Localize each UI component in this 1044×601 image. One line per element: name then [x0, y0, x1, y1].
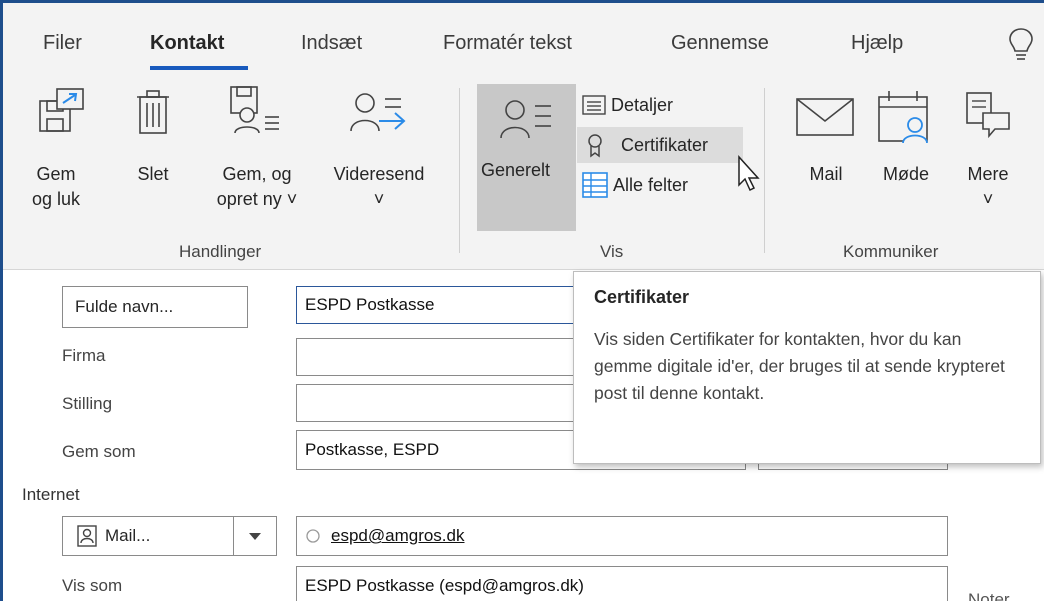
- alle-felter-label: Alle felter: [613, 174, 689, 195]
- tab-hjaelp[interactable]: Hjælp: [851, 32, 903, 55]
- mail-button[interactable]: Mail: [789, 85, 863, 195]
- gem-og-opret-label-2: opret ny ˅: [216, 189, 298, 209]
- videresend-button[interactable]: Videresend ˅: [315, 85, 443, 225]
- tooltip-title: Certifikater: [594, 287, 690, 307]
- tab-formater-tekst[interactable]: Formatér tekst: [443, 32, 572, 55]
- fulde-navn-button[interactable]: Fulde navn...: [62, 286, 248, 328]
- mode-button[interactable]: Møde: [869, 85, 943, 195]
- active-tab-indicator: [150, 66, 248, 70]
- presence-status-icon: [306, 529, 320, 543]
- group-label-kommuniker: Kommuniker: [843, 242, 939, 261]
- forward-contact-icon: [350, 93, 406, 132]
- group-label-vis: Vis: [600, 242, 624, 261]
- videresend-label: Videresend: [333, 164, 425, 184]
- detaljer-label: Detaljer: [611, 94, 674, 115]
- details-icon: [582, 95, 606, 115]
- mail-field-button[interactable]: Mail...: [62, 516, 234, 556]
- more-communication-icon: [966, 92, 1010, 139]
- group-label-handlinger: Handlinger: [179, 242, 262, 261]
- detaljer-button[interactable]: Detaljer: [577, 87, 707, 123]
- stilling-label: Stilling: [62, 394, 113, 413]
- meeting-icon: [878, 91, 928, 144]
- tab-kontakt[interactable]: Kontakt: [150, 32, 224, 55]
- tab-filer[interactable]: Filer: [43, 32, 82, 55]
- group-separator: [764, 88, 765, 253]
- mere-button[interactable]: Mere ˅: [955, 85, 1021, 225]
- noter-label: Noter: [968, 590, 1010, 601]
- slet-button[interactable]: Slet: [121, 85, 185, 225]
- certifikater-button[interactable]: Certifikater: [577, 127, 743, 163]
- fulde-navn-value: ESPD Postkasse: [305, 295, 435, 314]
- slet-label: Slet: [137, 164, 169, 184]
- contact-general-icon: [500, 100, 551, 139]
- mail-icon: [796, 98, 854, 136]
- email-field[interactable]: espd@amgros.dk: [296, 516, 948, 556]
- contact-card-icon: [77, 525, 97, 547]
- vis-som-field[interactable]: ESPD Postkasse (espd@amgros.dk): [296, 566, 948, 601]
- dropdown-arrow-icon: [249, 533, 261, 540]
- alle-felter-button[interactable]: Alle felter: [577, 167, 727, 203]
- generelt-label: Generelt: [481, 160, 551, 180]
- mere-dropdown-icon: ˅: [982, 189, 994, 209]
- certificate-icon: [588, 134, 602, 158]
- certifikater-label: Certifikater: [621, 134, 709, 155]
- mail-type-dropdown[interactable]: [233, 516, 277, 556]
- mode-label: Møde: [882, 164, 929, 184]
- ribbon: Filer Kontakt Indsæt Formatér tekst Genn…: [3, 3, 1044, 270]
- group-separator: [459, 88, 460, 253]
- mail-label: Mail: [809, 164, 843, 184]
- internet-label: Internet: [22, 485, 80, 504]
- gem-som-label: Gem som: [62, 442, 136, 461]
- email-link[interactable]: espd@amgros.dk: [331, 526, 465, 546]
- gem-og-luk-label-2: og luk: [31, 189, 81, 209]
- gem-og-luk-button[interactable]: Gem og luk: [25, 85, 87, 225]
- tooltip-body: Vis siden Certifikater for kontakten, hv…: [594, 329, 1005, 403]
- mouse-cursor-icon: [738, 155, 760, 192]
- mail-field-button-label: Mail...: [105, 526, 151, 545]
- gem-og-luk-label-1: Gem: [36, 164, 76, 184]
- vis-som-label: Vis som: [62, 576, 123, 595]
- lightbulb-icon[interactable]: [1006, 26, 1036, 64]
- vis-som-value: ESPD Postkasse (espd@amgros.dk): [305, 576, 584, 595]
- gem-og-opret-label-1: Gem, og: [222, 164, 292, 184]
- videresend-dropdown-icon: ˅: [373, 189, 385, 209]
- all-fields-icon: [582, 172, 608, 198]
- certifikater-tooltip: Certifikater Vis siden Certifikater for …: [573, 271, 1041, 464]
- firma-label: Firma: [62, 346, 106, 365]
- trash-icon: [137, 90, 169, 134]
- save-new-icon: [230, 86, 279, 134]
- gem-og-opret-ny-button[interactable]: Gem, og opret ny ˅: [203, 85, 311, 225]
- tab-indsaet[interactable]: Indsæt: [301, 32, 362, 55]
- fulde-navn-button-label: Fulde navn...: [75, 297, 174, 316]
- generelt-button[interactable]: Generelt: [477, 84, 576, 231]
- tab-gennemse[interactable]: Gennemse: [671, 32, 769, 55]
- save-close-icon: [39, 88, 84, 132]
- mere-label: Mere: [967, 164, 1009, 184]
- gem-som-value: Postkasse, ESPD: [305, 440, 440, 459]
